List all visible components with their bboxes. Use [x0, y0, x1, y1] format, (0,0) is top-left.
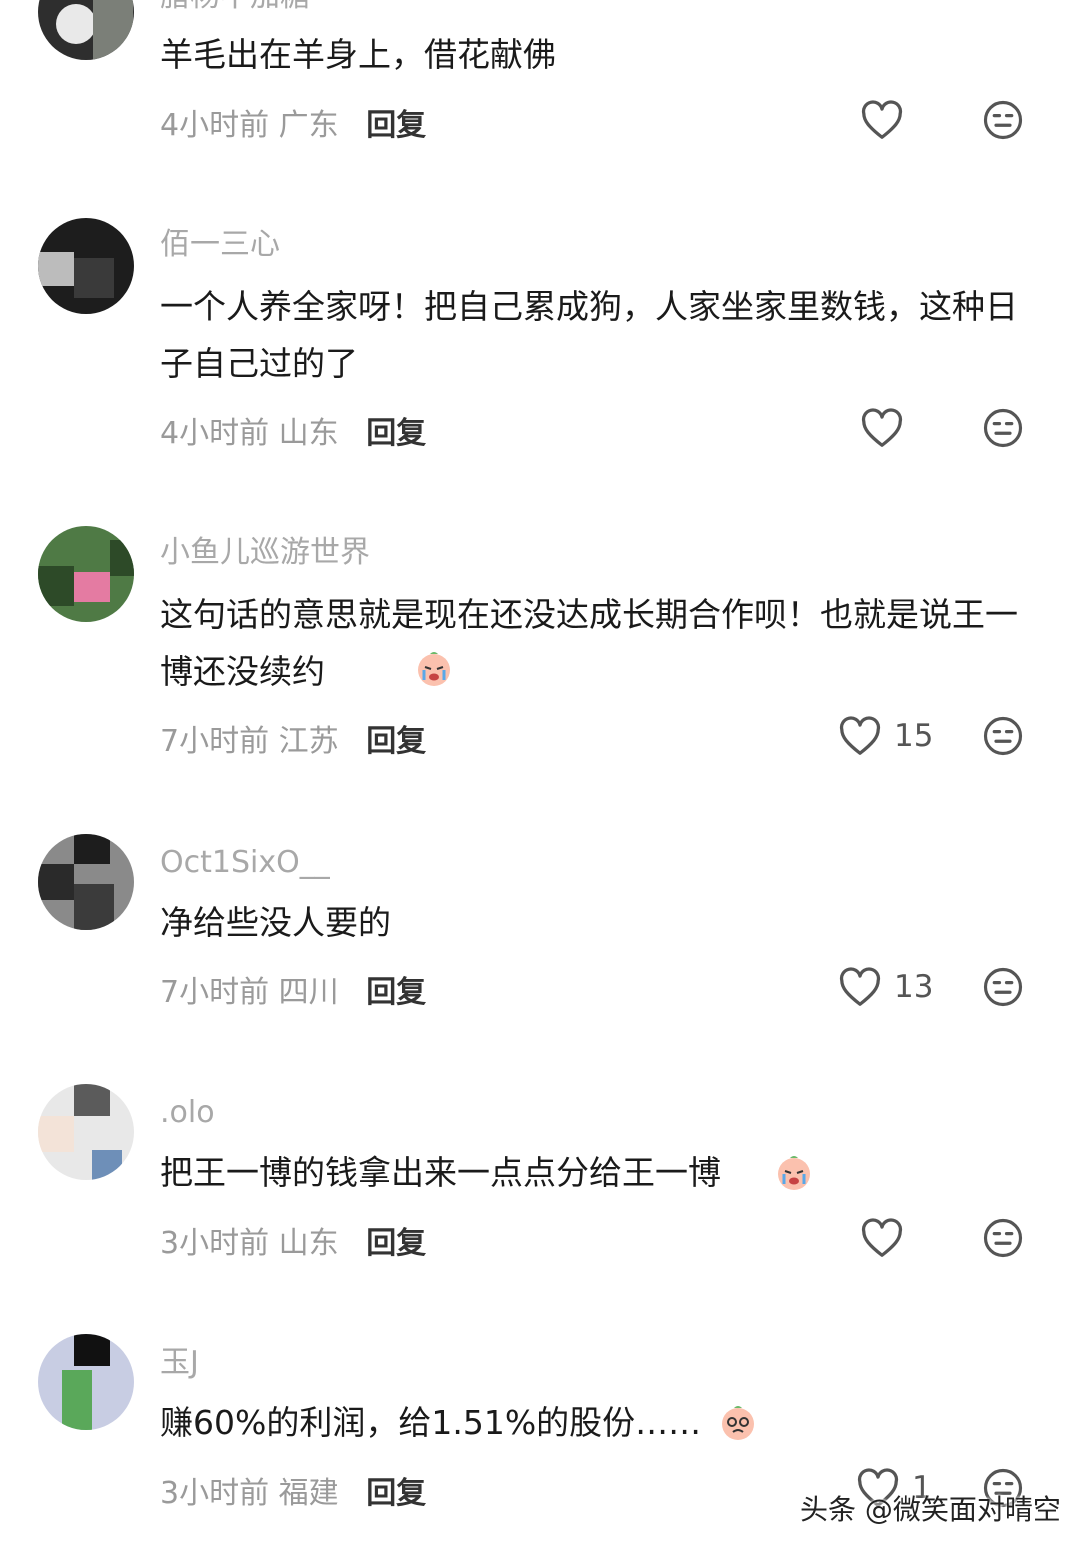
comment-meta: 7小时前 江苏 回复 — [160, 716, 426, 760]
heart-outline-icon — [839, 716, 881, 755]
like-count: 15 — [894, 718, 934, 754]
heart-outline-icon — [861, 1218, 903, 1257]
heart-outline-icon — [861, 100, 903, 139]
comment-time: 7小时前 — [160, 724, 270, 759]
user-avatar[interactable] — [38, 0, 134, 60]
reply-button[interactable]: 回复 — [366, 416, 426, 451]
comment-text: 净给些没人要的 — [160, 903, 391, 942]
comment-meta: 3小时前 福建 回复 — [160, 1468, 426, 1512]
comment-time: 4小时前 — [160, 416, 270, 451]
reply-button[interactable]: 回复 — [366, 1226, 426, 1261]
crying-peach-emoji — [718, 1402, 758, 1442]
user-avatar[interactable] — [38, 1334, 134, 1430]
comment-time: 4小时前 — [160, 108, 270, 143]
comment-text: 一个人养全家呀！把自己累成狗，人家坐家里数钱，这种日子自己过的了 — [160, 287, 1018, 383]
comment-meta: 4小时前 山东 回复 — [160, 408, 426, 452]
comment-location: 江苏 — [278, 724, 339, 759]
user-avatar[interactable] — [38, 1084, 134, 1180]
comment-time: 3小时前 — [160, 1476, 270, 1511]
username[interactable]: 小鱼儿巡游世界 — [160, 536, 370, 570]
neutral-face-icon[interactable] — [982, 715, 1024, 757]
username[interactable]: 腊杨不加糖 — [160, 0, 310, 14]
like-button[interactable]: 13 — [838, 964, 933, 1010]
username[interactable]: 佰一三心 — [160, 228, 280, 262]
neutral-face-icon[interactable] — [982, 966, 1024, 1008]
comment-location: 四川 — [278, 975, 339, 1010]
heart-outline-icon — [839, 967, 881, 1006]
comment-location: 广东 — [278, 108, 339, 143]
like-button[interactable] — [860, 1215, 904, 1261]
comment-location: 山东 — [278, 1226, 339, 1261]
comment-location: 山东 — [278, 416, 339, 451]
watermark: 头条 @微笑面对晴空 — [800, 1493, 1061, 1526]
reply-button[interactable]: 回复 — [366, 1476, 426, 1511]
username[interactable]: 玉J — [160, 1346, 199, 1380]
user-avatar[interactable] — [38, 218, 134, 314]
comment-text: 赚60%的利润，给1.51%的股份…… — [160, 1403, 702, 1442]
neutral-face-icon[interactable] — [982, 99, 1024, 141]
crying-peach-emoji — [774, 1152, 814, 1192]
username[interactable]: .olo — [160, 1096, 215, 1130]
like-button[interactable] — [860, 405, 904, 451]
comment-text: 羊毛出在羊身上，借花献佛 — [160, 35, 556, 74]
neutral-face-icon[interactable] — [982, 407, 1024, 449]
neutral-face-icon[interactable] — [982, 1217, 1024, 1259]
comment-meta: 4小时前 广东 回复 — [160, 100, 426, 144]
like-button[interactable]: 15 — [838, 713, 933, 759]
comment-time: 7小时前 — [160, 975, 270, 1010]
comment-text: 把王一博的钱拿出来一点点分给王一博 — [160, 1153, 721, 1192]
comment-time: 3小时前 — [160, 1226, 270, 1261]
heart-outline-icon — [861, 408, 903, 447]
user-avatar[interactable] — [38, 834, 134, 930]
comment-meta: 3小时前 山东 回复 — [160, 1218, 426, 1262]
user-avatar[interactable] — [38, 526, 134, 622]
comment-text: 这句话的意思就是现在还没达成长期合作呗！也就是说王一博还没续约 — [160, 595, 1018, 691]
like-button[interactable] — [860, 97, 904, 143]
reply-button[interactable]: 回复 — [366, 724, 426, 759]
reply-button[interactable]: 回复 — [366, 975, 426, 1010]
like-count: 13 — [894, 969, 934, 1005]
comment-location: 福建 — [278, 1476, 339, 1511]
username[interactable]: Oct1SixO__ — [160, 846, 330, 880]
reply-button[interactable]: 回复 — [366, 108, 426, 143]
crying-peach-emoji — [414, 648, 454, 688]
comment-meta: 7小时前 四川 回复 — [160, 967, 426, 1011]
